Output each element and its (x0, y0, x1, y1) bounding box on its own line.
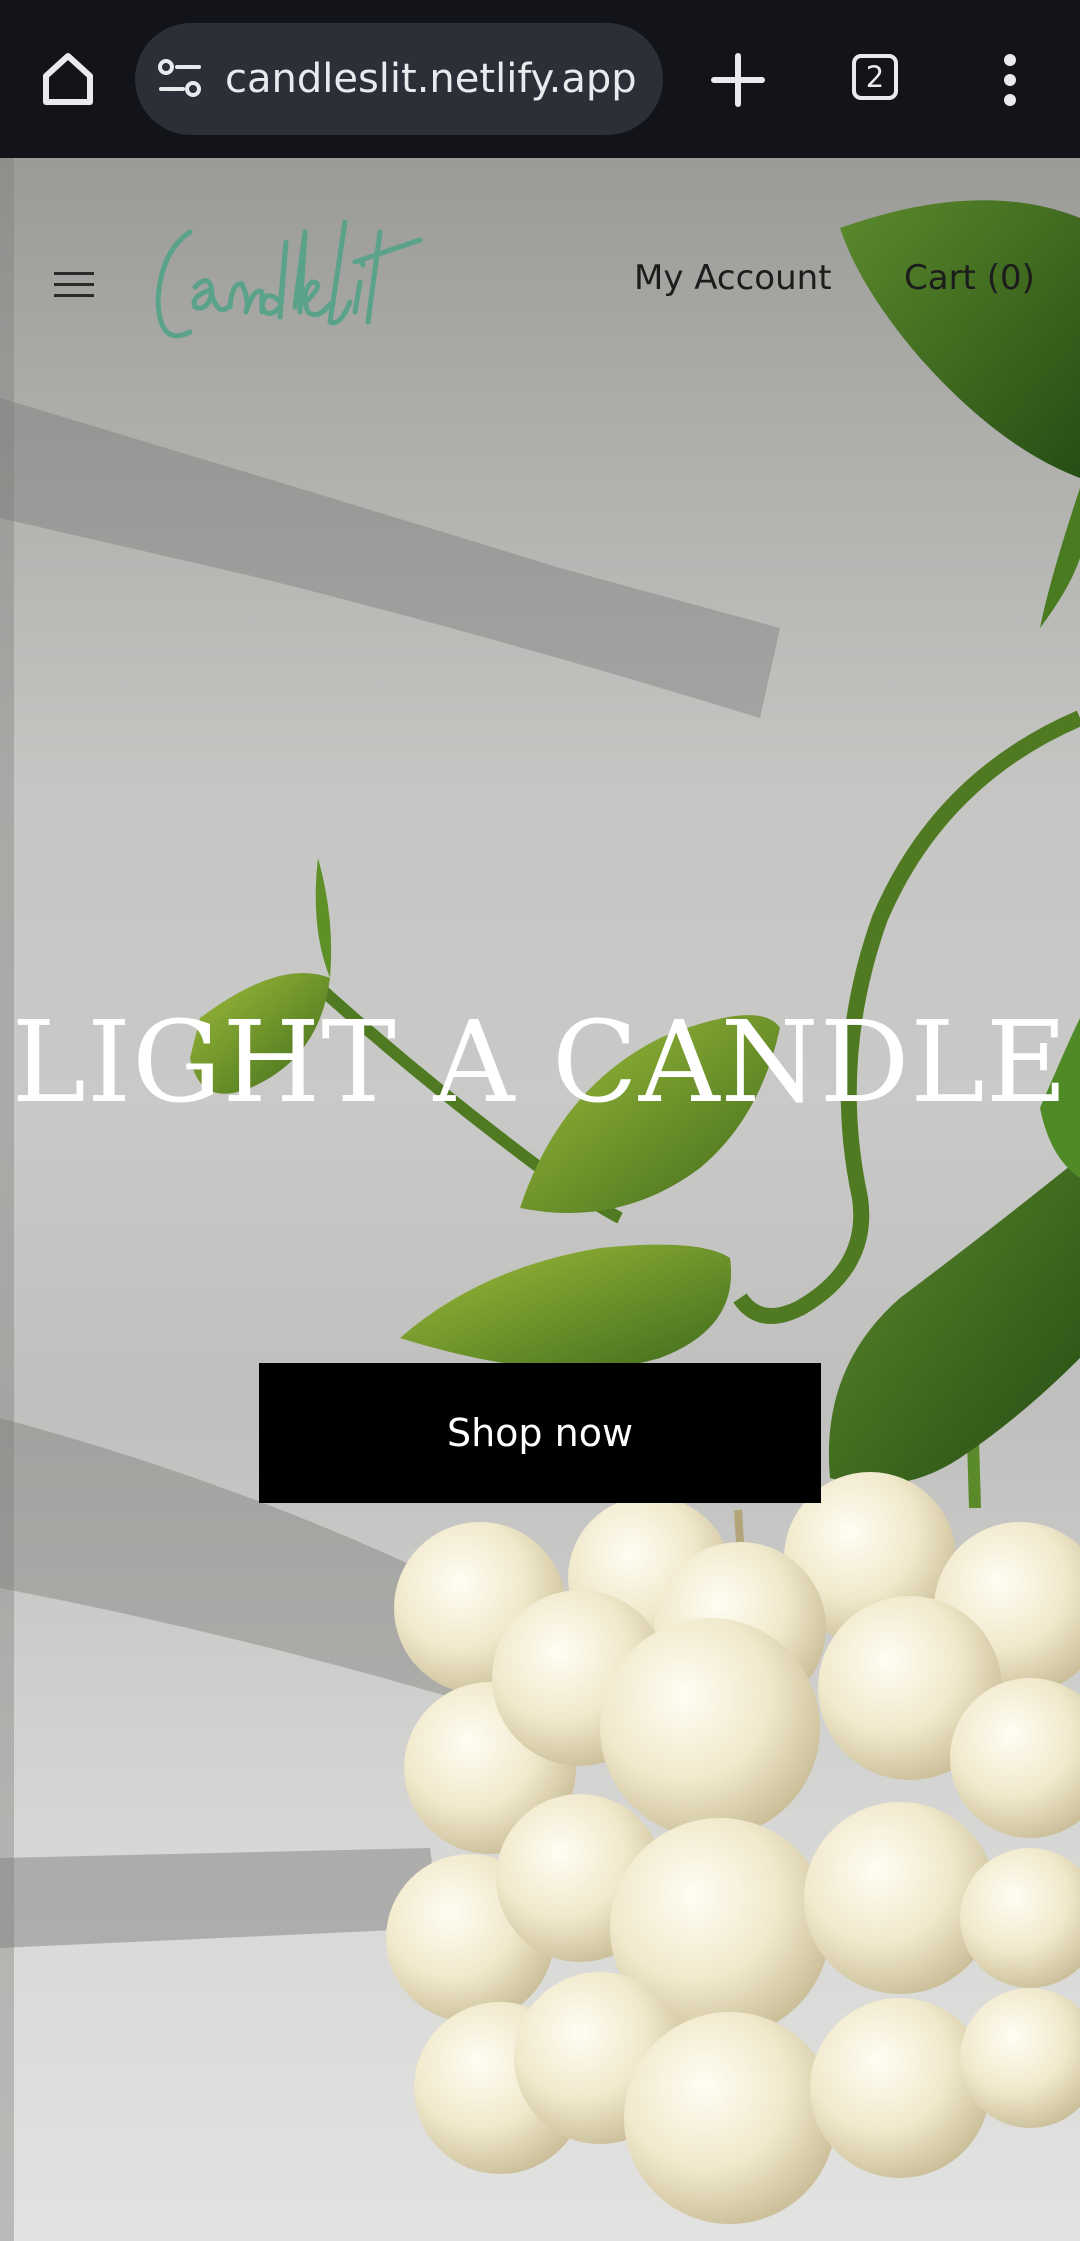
site-logo[interactable] (150, 212, 480, 362)
hero-section: My Account Cart (0) LIGHT A CANDLE Shop … (0, 158, 1080, 2241)
site-settings-icon[interactable] (157, 57, 203, 101)
address-bar[interactable]: candleslit.netlify.app (135, 23, 663, 135)
tab-switcher-button[interactable]: 2 (852, 54, 898, 100)
plus-icon[interactable] (708, 50, 768, 110)
browser-toolbar: candleslit.netlify.app 2 (0, 0, 1080, 158)
my-account-link[interactable]: My Account (634, 258, 832, 298)
home-icon[interactable] (36, 46, 100, 110)
cart-link[interactable]: Cart (0) (904, 258, 1035, 298)
shop-now-button[interactable]: Shop now (259, 1363, 821, 1503)
hero-background-image (0, 158, 1080, 2241)
hamburger-menu-icon[interactable] (54, 272, 94, 298)
more-vert-icon[interactable] (992, 52, 1028, 108)
candle-illustration (386, 1472, 1080, 2224)
url-text[interactable]: candleslit.netlify.app (225, 23, 637, 135)
hero-title: LIGHT A CANDLE (11, 998, 1069, 1128)
